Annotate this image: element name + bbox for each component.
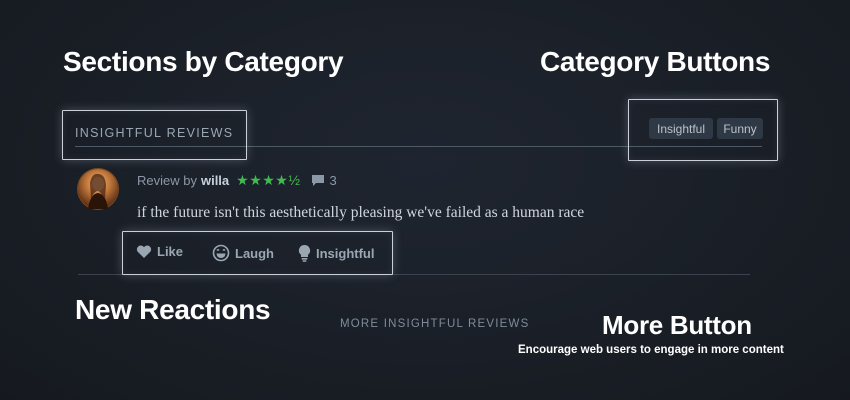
comment-count-value: 3 xyxy=(329,173,337,188)
annotation-more-button-title: More Button xyxy=(602,310,752,340)
annotation-more-button-subtitle: Encourage web users to engage in more co… xyxy=(518,344,784,356)
category-buttons-highlight xyxy=(628,99,778,161)
avatar-figure-icon xyxy=(88,173,108,209)
rating-stars: ★★★★½ xyxy=(236,172,301,188)
more-insightful-reviews-link[interactable]: MORE INSIGHTFUL REVIEWS xyxy=(340,318,529,330)
comment-icon xyxy=(311,175,324,186)
annotation-new-reactions-title: New Reactions xyxy=(75,294,271,325)
avatar[interactable] xyxy=(78,169,118,209)
comment-count[interactable]: 3 xyxy=(311,173,337,188)
section-heading-highlight xyxy=(62,110,247,160)
reactions-highlight xyxy=(122,231,393,275)
review-author-link[interactable]: willa xyxy=(201,173,229,188)
annotation-category-buttons-title: Category Buttons xyxy=(540,46,771,77)
review-body: if the future isn't this aesthetically p… xyxy=(137,204,585,221)
review-meta: Review by willa ★★★★½ 3 xyxy=(137,172,337,189)
annotation-sections-title: Sections by Category xyxy=(63,46,344,77)
review-by-label: Review by xyxy=(137,173,197,188)
